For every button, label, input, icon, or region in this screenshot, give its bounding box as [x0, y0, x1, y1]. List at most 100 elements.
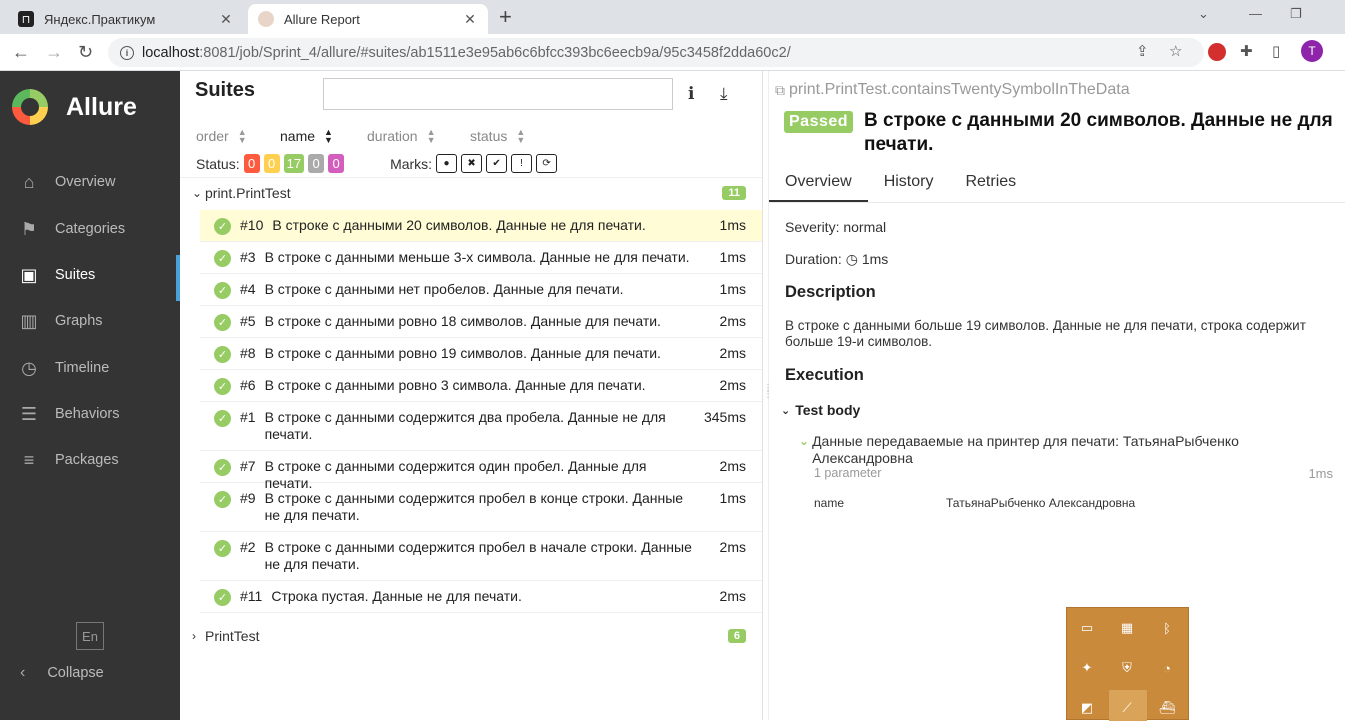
- passed-check-icon: ✓: [214, 459, 231, 476]
- sort-arrows-icon: ▲ ▼: [324, 127, 333, 145]
- tab-title: Allure Report: [284, 11, 360, 27]
- sort-name[interactable]: name ▲ ▼: [280, 127, 367, 145]
- bookmark-star-icon[interactable]: ☆: [1169, 42, 1182, 60]
- status-badge: Passed: [784, 111, 854, 133]
- site-info-icon[interactable]: i: [120, 45, 134, 60]
- sidebar-item-packages[interactable]: ≡ Packages: [0, 440, 180, 480]
- test-name: В строке с данными ровно 3 символа. Данн…: [264, 377, 646, 393]
- url-path: :8081/job/Sprint_4/allure/#suites/ab1511…: [199, 44, 791, 61]
- test-number: #3: [240, 249, 256, 265]
- sidebar-item-label: Graphs: [55, 313, 103, 329]
- system-tray-popup: ▭ ▦ ᛒ ✦ ⛨ ◔ ◩ ⟋ ⛴: [1066, 607, 1189, 721]
- test-body-toggle[interactable]: ⌄ Test body: [781, 402, 860, 418]
- align-left-icon: ≡: [23, 449, 35, 470]
- parameter-row: name ТатьянаРыбченко Александровна: [814, 496, 1135, 510]
- new-broken-icon[interactable]: !: [511, 154, 533, 173]
- suite-group-print-printtest[interactable]: ⌄ print.PrintTest 11: [180, 178, 762, 208]
- step-row[interactable]: ⌄ Данные передаваемые на принтер для печ…: [799, 433, 1239, 467]
- minimize-icon[interactable]: —: [1249, 6, 1262, 21]
- docker-tray-icon[interactable]: ⛴: [1159, 700, 1176, 716]
- app-tray-icon[interactable]: ✦: [1079, 660, 1095, 676]
- table-row[interactable]: ✓ #3 В строке с данными меньше 3-х симво…: [200, 242, 762, 274]
- sidebar-item-suites[interactable]: ▣ Suites: [0, 255, 180, 301]
- sort-order[interactable]: order ▲ ▼: [196, 127, 280, 145]
- table-row[interactable]: ✓ #7 В строке с данными содержится один …: [200, 451, 762, 491]
- table-row[interactable]: ✓ #9 В строке с данными содержится пробе…: [200, 483, 762, 532]
- tab-overview[interactable]: Overview: [769, 165, 868, 202]
- test-duration: 2ms: [719, 377, 746, 393]
- pen-tray-icon[interactable]: ⟋: [1119, 700, 1135, 716]
- status-broken-badge[interactable]: 0: [263, 154, 280, 173]
- status-unknown-badge[interactable]: 0: [328, 154, 345, 173]
- bluetooth-tray-icon[interactable]: ᛒ: [1159, 620, 1175, 636]
- tab-history[interactable]: History: [868, 165, 950, 202]
- table-row[interactable]: ✓ #6 В строке с данными ровно 3 символа.…: [200, 370, 762, 402]
- language-switch[interactable]: En: [76, 622, 104, 650]
- chevron-down-icon: ⌄: [799, 434, 810, 448]
- reload-icon[interactable]: ↻: [78, 42, 93, 62]
- close-tab-icon[interactable]: ✕: [462, 11, 478, 28]
- sidebar-item-timeline[interactable]: ◷ Timeline: [0, 348, 180, 388]
- praktikum-favicon-icon: ⊓: [18, 11, 34, 27]
- sidebar-item-behaviors[interactable]: ☰ Behaviors: [0, 394, 180, 434]
- new-passed-icon[interactable]: ✔: [486, 154, 508, 173]
- tab-retries[interactable]: Retries: [949, 165, 1032, 202]
- security-shield-tray-icon[interactable]: ⛨: [1119, 660, 1135, 676]
- tab-search-chevron-icon[interactable]: ⌄: [1198, 6, 1209, 22]
- address-bar[interactable]: i localhost:8081/job/Sprint_4/allure/#su…: [108, 38, 1204, 67]
- allure-brand[interactable]: Allure: [12, 89, 137, 125]
- remote-tray-icon[interactable]: ◩: [1079, 700, 1095, 716]
- close-tab-icon[interactable]: ✕: [218, 11, 234, 28]
- restore-icon[interactable]: ❐: [1290, 6, 1302, 22]
- profile-avatar[interactable]: T: [1301, 40, 1323, 62]
- network-tray-icon[interactable]: ▦: [1119, 620, 1135, 636]
- share-icon[interactable]: ⇪: [1136, 42, 1149, 60]
- sort-duration[interactable]: duration ▲ ▼: [367, 128, 470, 145]
- adblock-extension-icon[interactable]: [1208, 43, 1226, 61]
- sidebar-item-categories[interactable]: ⚑ Categories: [0, 209, 180, 249]
- test-duration: 2ms: [719, 313, 746, 329]
- browser-tab-praktikum[interactable]: ⊓ Яндекс.Практикум ✕: [8, 4, 244, 34]
- sidebar-item-graphs[interactable]: ▥ Graphs: [0, 301, 180, 341]
- collapse-button[interactable]: ‹ Collapse: [20, 664, 104, 682]
- sort-arrows-icon: ▲ ▼: [237, 127, 247, 145]
- test-name: В строке с данными содержится пробел в к…: [264, 490, 684, 523]
- parameter-name: name: [814, 496, 845, 510]
- sort-bar: order ▲ ▼ name ▲ ▼ duration ▲ ▼ status ▲ ▼: [196, 127, 525, 145]
- execution-heading: Execution: [785, 366, 864, 384]
- search-input[interactable]: [323, 78, 673, 110]
- info-icon[interactable]: ℹ: [688, 84, 708, 104]
- new-tab-icon[interactable]: +: [499, 6, 512, 28]
- status-skipped-badge[interactable]: 0: [308, 154, 325, 173]
- browser-tab-allure[interactable]: Allure Report ✕: [248, 4, 488, 34]
- test-number: #1: [240, 409, 256, 425]
- status-passed-badge[interactable]: 17: [283, 154, 305, 173]
- flaky-bomb-icon[interactable]: ●: [436, 154, 458, 173]
- retries-status-change-icon[interactable]: ⟳: [536, 154, 558, 173]
- download-icon[interactable]: ⤓: [720, 84, 740, 104]
- test-title: В строке с данными 20 символов. Данные н…: [864, 110, 1333, 155]
- table-row[interactable]: ✓ #10 В строке с данными 20 символов. Да…: [200, 210, 762, 242]
- side-panel-icon[interactable]: ▯: [1272, 42, 1280, 60]
- extensions-puzzle-icon[interactable]: ✚: [1240, 42, 1253, 60]
- sidebar-item-overview[interactable]: ⌂ Overview: [0, 162, 180, 202]
- new-failed-icon[interactable]: ✖: [461, 154, 483, 173]
- table-row[interactable]: ✓ #8 В строке с данными ровно 19 символо…: [200, 338, 762, 370]
- table-row[interactable]: ✓ #11 Строка пустая. Данные не для печат…: [200, 581, 762, 613]
- chevron-down-icon: ⌄: [781, 404, 791, 417]
- battery-tray-icon[interactable]: ▭: [1079, 620, 1095, 636]
- table-row[interactable]: ✓ #4 В строке с данными нет пробелов. Да…: [200, 274, 762, 306]
- status-filter-bar: Status: 0 0 17 0 0 Marks: ● ✖ ✔ ! ⟳: [196, 154, 558, 173]
- forward-icon[interactable]: →: [45, 42, 63, 62]
- suite-group-printtest[interactable]: › PrintTest 6: [180, 621, 762, 651]
- test-number: #4: [240, 281, 256, 297]
- status-failed-badge[interactable]: 0: [243, 154, 260, 173]
- chevron-right-icon: ›: [192, 629, 196, 643]
- back-icon[interactable]: ←: [12, 42, 30, 62]
- sort-status[interactable]: status ▲ ▼: [470, 128, 525, 145]
- alert-tray-icon[interactable]: ◔: [1159, 660, 1175, 676]
- table-row[interactable]: ✓ #1 В строке с данными содержится два п…: [200, 402, 762, 451]
- table-row[interactable]: ✓ #5 В строке с данными ровно 18 символо…: [200, 306, 762, 338]
- copy-icon[interactable]: ⧉: [775, 82, 785, 99]
- table-row[interactable]: ✓ #2 В строке с данными содержится пробе…: [200, 532, 762, 581]
